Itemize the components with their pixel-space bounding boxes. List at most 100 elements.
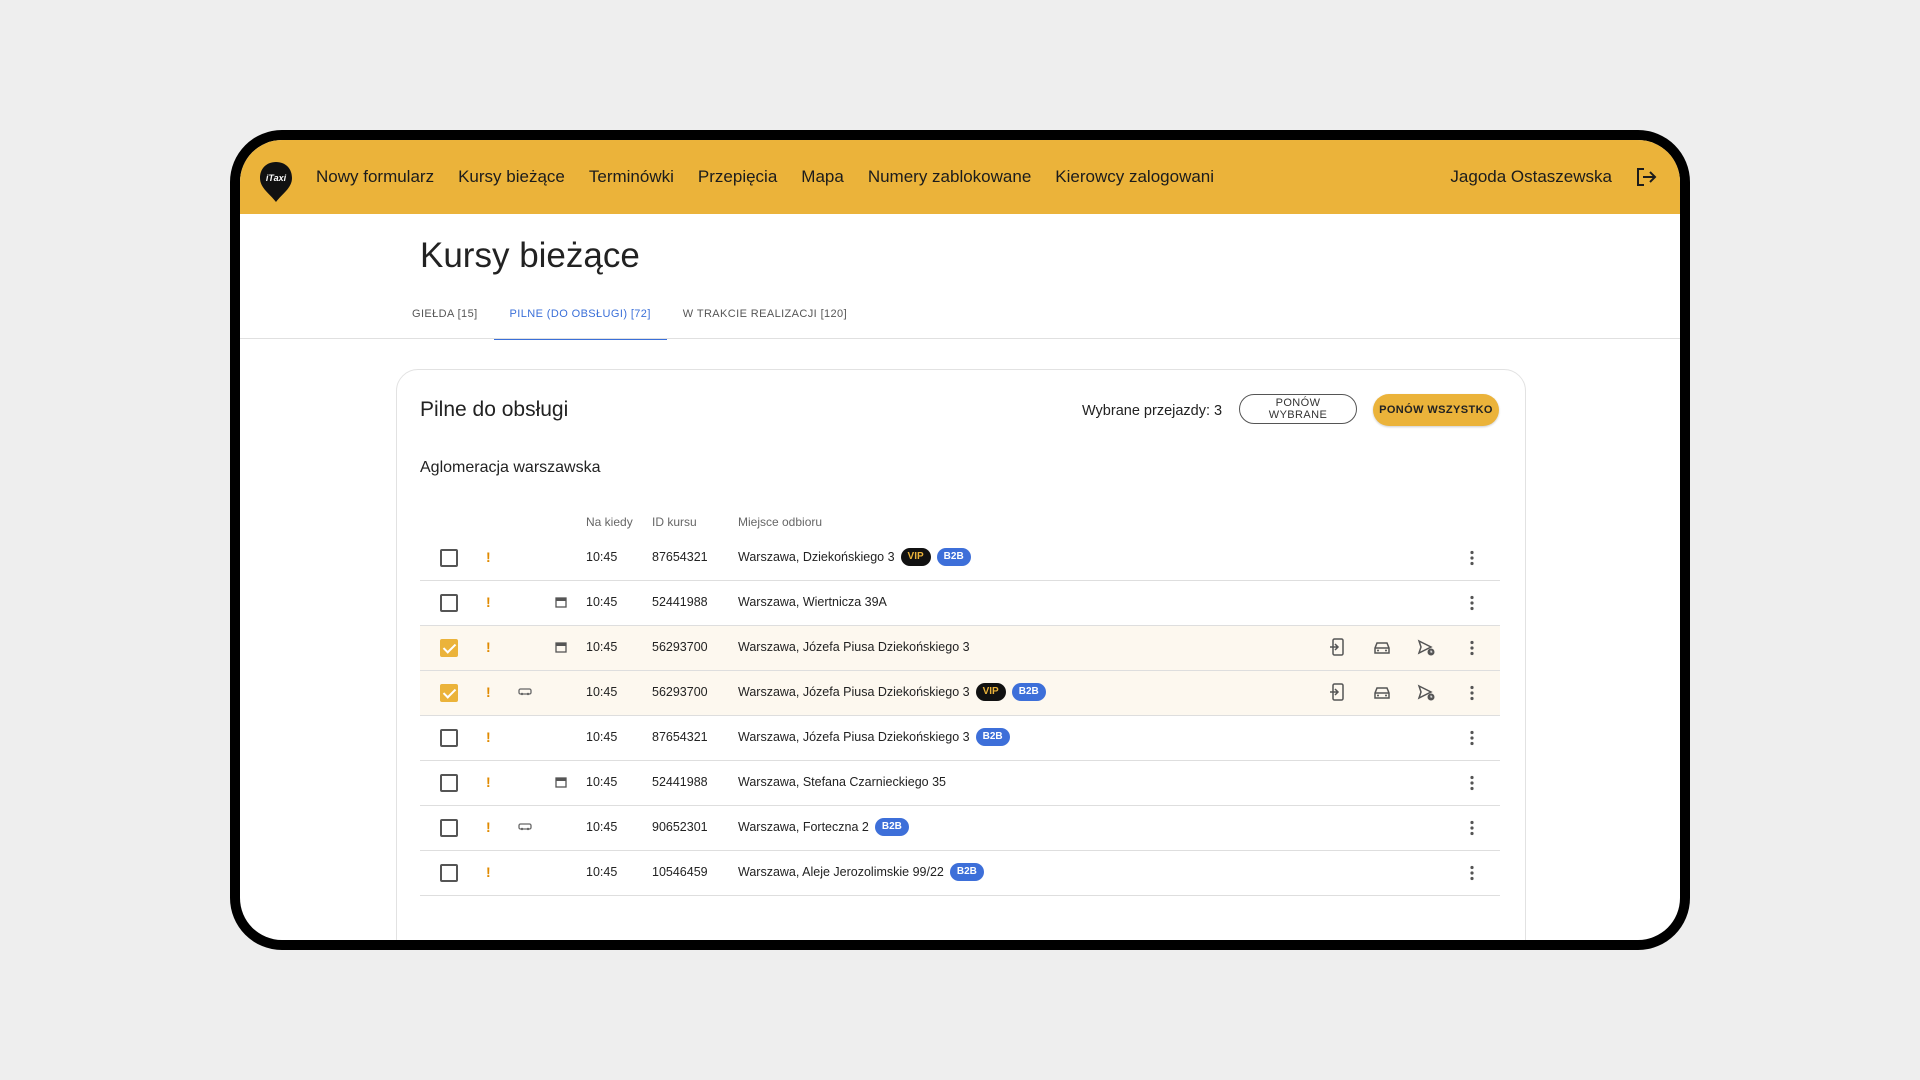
urgent-icon: ! — [486, 729, 491, 745]
b2b-badge: B2B — [1011, 683, 1046, 701]
car-icon — [518, 688, 532, 696]
nav-item-blocked-numbers[interactable]: Numery zablokowane — [868, 167, 1031, 187]
ride-id: 56293700 — [652, 685, 708, 699]
urgent-icon: ! — [486, 594, 491, 610]
send-scheduled-icon[interactable] — [1416, 682, 1436, 702]
ride-id: 56293700 — [652, 640, 708, 654]
pickup-address: Warszawa, Józefa Piusa Dziekońskiego 3 — [738, 730, 970, 744]
pickup-address: Warszawa, Aleje Jerozolimskie 99/22 — [738, 865, 944, 879]
retry-selected-button[interactable]: PONÓW WYBRANE — [1239, 394, 1357, 424]
rides-table: ! 10:45 87654321 Warszawa, Dziekońskiego 3 V… — [420, 536, 1500, 896]
ride-time: 10:45 — [586, 550, 618, 564]
more-vert-icon[interactable] — [1462, 638, 1482, 658]
b2b-badge: B2B — [936, 548, 971, 566]
nav-item-scheduled[interactable]: Terminówki — [589, 167, 674, 187]
more-vert-icon[interactable] — [1462, 728, 1482, 748]
ride-id: 90652301 — [652, 820, 708, 834]
nav-item-current-rides[interactable]: Kursy bieżące — [458, 167, 565, 187]
send-scheduled-icon[interactable] — [1416, 637, 1436, 657]
taxi-icon[interactable] — [1372, 682, 1392, 702]
logo-text: iTaxi — [266, 173, 287, 183]
row-checkbox[interactable] — [440, 729, 458, 747]
nav-item-logged-drivers[interactable]: Kierowcy zalogowani — [1055, 167, 1214, 187]
table-row[interactable]: ! 10:45 56293700 Warszawa, Józefa Piusa Dzi… — [420, 626, 1500, 671]
table-row[interactable]: ! 10:45 87654321 Warszawa, Józefa Piusa Dzi… — [420, 716, 1500, 761]
logout-icon[interactable] — [1634, 165, 1658, 189]
nav-item-new-form[interactable]: Nowy formularz — [316, 167, 434, 187]
urgent-icon: ! — [486, 549, 491, 565]
more-vert-icon[interactable] — [1462, 818, 1482, 838]
card-title: Pilne do obsługi — [420, 398, 569, 421]
pickup-address: Warszawa, Dziekońskiego 3 — [738, 550, 895, 564]
row-checkbox[interactable] — [440, 594, 458, 612]
more-vert-icon[interactable] — [1462, 683, 1482, 703]
urgent-rides-card: Pilne do obsługi Wybrane przejazdy: 3 PO… — [396, 369, 1526, 940]
ride-id: 52441988 — [652, 775, 708, 789]
row-checkbox[interactable] — [440, 819, 458, 837]
row-checkbox[interactable] — [440, 549, 458, 567]
nav-item-map[interactable]: Mapa — [801, 167, 844, 187]
calendar-icon — [555, 597, 567, 608]
top-navigation-bar: iTaxi Nowy formularz Kursy bieżące Termi… — [240, 140, 1680, 214]
table-row[interactable]: ! 10:45 56293700 Warszawa, Józefa Piusa Dzi… — [420, 671, 1500, 716]
reassign-phone-icon[interactable] — [1328, 682, 1348, 702]
app-screen: iTaxi Nowy formularz Kursy bieżące Termi… — [240, 140, 1680, 940]
more-vert-icon[interactable] — [1462, 593, 1482, 613]
urgent-icon: ! — [486, 774, 491, 790]
pickup-address-cell: Warszawa, Józefa Piusa Dziekońskiego 3 VI… — [738, 682, 1046, 702]
car-icon — [518, 823, 532, 831]
pickup-address: Warszawa, Wiertnicza 39A — [738, 595, 887, 609]
ride-id: 10546459 — [652, 865, 708, 879]
more-vert-icon[interactable] — [1462, 863, 1482, 883]
more-vert-icon[interactable] — [1462, 548, 1482, 568]
ride-time: 10:45 — [586, 775, 618, 789]
user-name[interactable]: Jagoda Ostaszewska — [1450, 167, 1612, 187]
vip-badge: VIP — [975, 683, 1006, 701]
retry-all-button[interactable]: PONÓW WSZYSTKO — [1373, 394, 1499, 426]
table-row[interactable]: ! 10:45 87654321 Warszawa, Dziekońskiego 3 V… — [420, 536, 1500, 581]
b2b-badge: B2B — [975, 728, 1010, 746]
pickup-address-cell: Warszawa, Forteczna 2 B2B — [738, 817, 909, 837]
itaxi-logo-icon[interactable]: iTaxi — [258, 160, 294, 204]
table-row[interactable]: ! 10:45 10546459 Warszawa, Aleje Jerozolims… — [420, 851, 1500, 896]
pickup-address-cell: Warszawa, Stefana Czarnieckiego 35 — [738, 772, 946, 792]
urgent-icon: ! — [486, 684, 491, 700]
urgent-icon: ! — [486, 864, 491, 880]
device-frame: iTaxi Nowy formularz Kursy bieżące Termi… — [230, 130, 1690, 950]
table-row[interactable]: ! 10:45 52441988 Warszawa, Stefana Czarniec… — [420, 761, 1500, 806]
ride-id: 87654321 — [652, 550, 708, 564]
ride-time: 10:45 — [586, 865, 618, 879]
pickup-address-cell: Warszawa, Wiertnicza 39A — [738, 592, 887, 612]
pickup-address-cell: Warszawa, Aleje Jerozolimskie 99/22 B2B — [738, 862, 984, 882]
taxi-icon[interactable] — [1372, 637, 1392, 657]
pickup-address-cell: Warszawa, Dziekońskiego 3 VIP B2B — [738, 547, 971, 567]
ride-time: 10:45 — [586, 595, 618, 609]
pickup-address: Warszawa, Józefa Piusa Dziekońskiego 3 — [738, 685, 970, 699]
reassign-phone-icon[interactable] — [1328, 637, 1348, 657]
ride-time: 10:45 — [586, 640, 618, 654]
table-row[interactable]: ! 10:45 90652301 Warszawa, Forteczna 2 B2B — [420, 806, 1500, 851]
row-checkbox[interactable] — [440, 684, 458, 702]
urgent-icon: ! — [486, 639, 491, 655]
tab-in-progress[interactable]: W TRAKCIE REALIZACJI [120] — [667, 290, 863, 340]
tab-urgent[interactable]: PILNE (DO OBSŁUGI) [72] — [493, 290, 667, 340]
calendar-icon — [555, 642, 567, 653]
nav-item-reassignments[interactable]: Przepięcia — [698, 167, 777, 187]
pickup-address: Warszawa, Stefana Czarnieckiego 35 — [738, 775, 946, 789]
column-header-id: ID kursu — [652, 515, 697, 529]
pickup-address: Warszawa, Józefa Piusa Dziekońskiego 3 — [738, 640, 970, 654]
ride-time: 10:45 — [586, 730, 618, 744]
main-nav: Nowy formularz Kursy bieżące Terminówki … — [316, 140, 1238, 214]
selected-count: Wybrane przejazdy: 3 — [1082, 403, 1223, 419]
row-checkbox[interactable] — [440, 639, 458, 657]
column-header-when: Na kiedy — [586, 515, 633, 529]
vip-badge: VIP — [900, 548, 931, 566]
row-checkbox[interactable] — [440, 774, 458, 792]
ride-id: 52441988 — [652, 595, 708, 609]
urgent-icon: ! — [486, 819, 491, 835]
table-row[interactable]: ! 10:45 52441988 Warszawa, Wiertnicza 39A — [420, 581, 1500, 626]
tab-exchange[interactable]: GIEŁDA [15] — [396, 290, 494, 340]
more-vert-icon[interactable] — [1462, 773, 1482, 793]
page-title: Kursy bieżące — [420, 236, 640, 275]
row-checkbox[interactable] — [440, 864, 458, 882]
